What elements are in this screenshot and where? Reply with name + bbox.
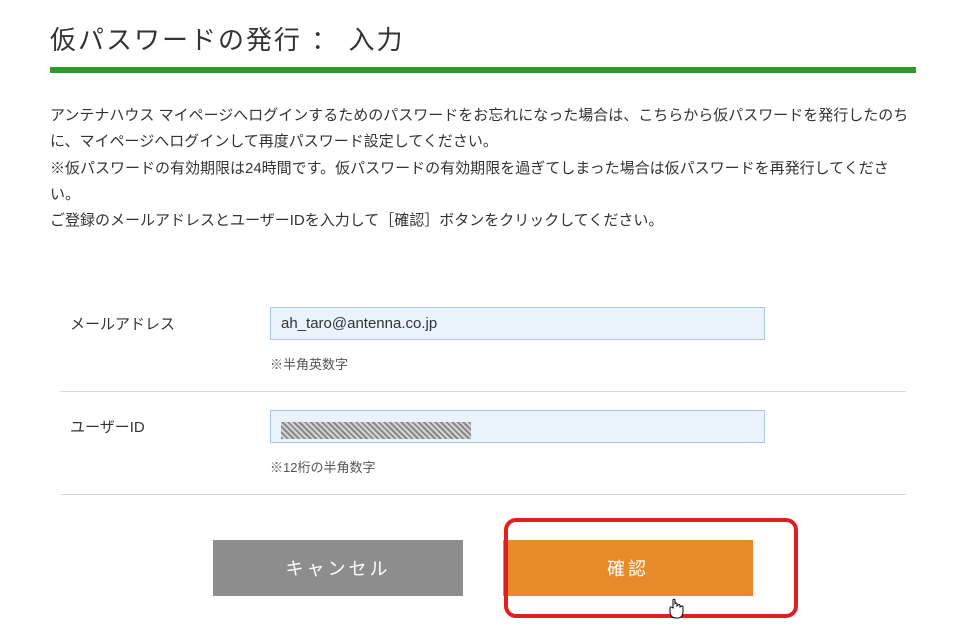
label-email: メールアドレス — [60, 307, 270, 334]
instruction-line-2: ※仮パスワードの有効期限は24時間です。仮パスワードの有効期限を過ぎてしまった場… — [50, 156, 916, 209]
redacted-userid — [281, 422, 471, 439]
button-row: キャンセル 確認 — [50, 540, 916, 596]
instruction-line-3: ご登録のメールアドレスとユーザーIDを入力して［確認］ボタンをクリックしてくださ… — [50, 208, 916, 234]
pointer-cursor-icon — [666, 598, 686, 627]
label-userid: ユーザーID — [60, 410, 270, 437]
row-userid: ユーザーID ※12桁の半角数字 — [60, 392, 906, 495]
instructions-block: アンテナハウス マイページへログインするためのパスワードをお忘れになった場合は、… — [50, 103, 916, 234]
row-email: メールアドレス ※半角英数字 — [60, 289, 906, 392]
instruction-line-1: アンテナハウス マイページへログインするためのパスワードをお忘れになった場合は、… — [50, 103, 916, 156]
title-underline — [50, 67, 916, 73]
page-title: 仮パスワードの発行 ： 入力 — [50, 20, 916, 57]
cancel-button[interactable]: キャンセル — [213, 540, 463, 596]
hint-userid: ※12桁の半角数字 — [270, 457, 906, 476]
email-input[interactable] — [270, 307, 765, 340]
userid-input[interactable] — [270, 410, 765, 443]
form-block: メールアドレス ※半角英数字 ユーザーID ※12桁の半角数字 — [60, 289, 906, 495]
confirm-button[interactable]: 確認 — [503, 540, 753, 596]
hint-email: ※半角英数字 — [270, 354, 906, 373]
